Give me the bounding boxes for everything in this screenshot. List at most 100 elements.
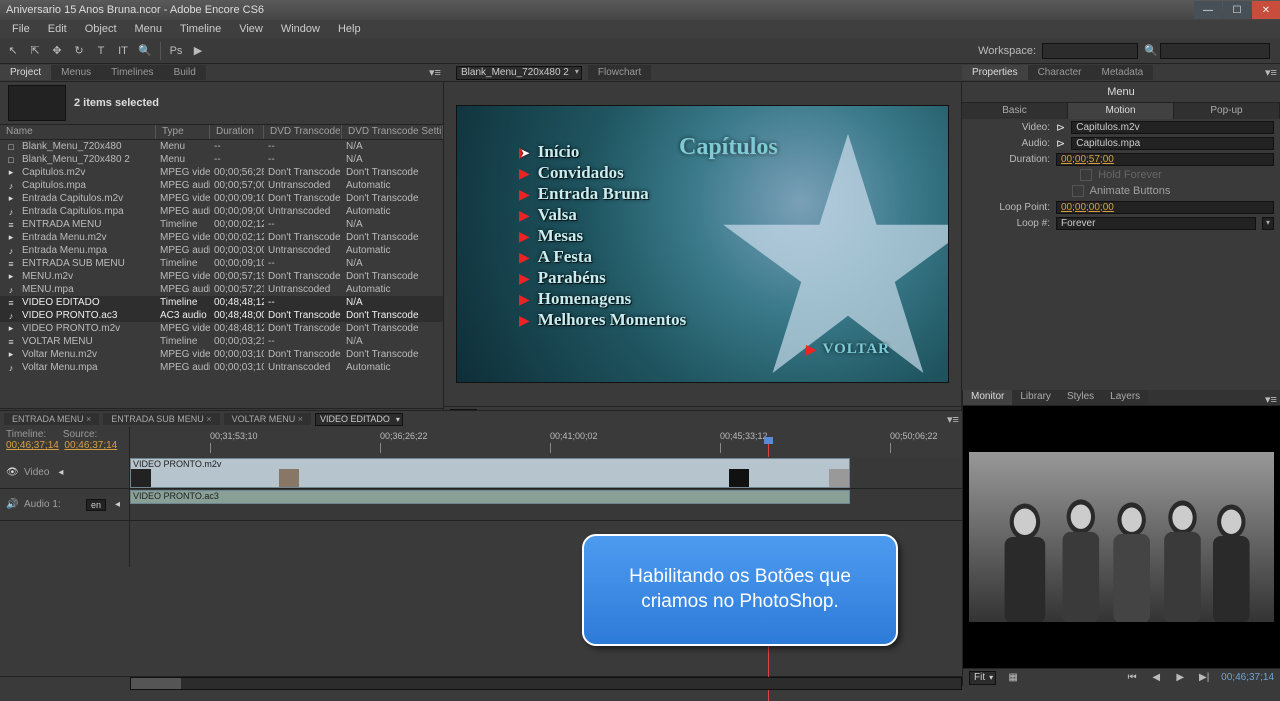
tool-direct[interactable]: ⇱ [26, 42, 44, 60]
minimize-button[interactable]: — [1194, 1, 1222, 19]
project-row[interactable]: ♪ Entrada Menu.mpa MPEG audio 00;00;03;0… [0, 244, 443, 257]
tl-tab-2[interactable]: VOLTAR MENU [224, 413, 311, 425]
monitor-step-back[interactable]: ⏮ [1125, 671, 1139, 685]
tab-flowchart[interactable]: Flowchart [588, 65, 651, 80]
menu-menu[interactable]: Menu [127, 22, 171, 36]
tab-menus[interactable]: Menus [51, 65, 101, 80]
project-row[interactable]: ▸ Voltar Menu.m2v MPEG video 00;00;03;10… [0, 348, 443, 361]
eye-icon[interactable]: 👁 [6, 467, 18, 479]
project-row[interactable]: ≡ VIDEO EDITADO Timeline 00;48;48;12 -- … [0, 296, 443, 309]
tl-select[interactable]: VIDEO EDITADO [315, 413, 403, 426]
loop-num-dropdown[interactable]: ▾ [1262, 217, 1274, 230]
tool-vtext[interactable]: IT [114, 42, 132, 60]
subtab-popup[interactable]: Pop-up [1174, 103, 1280, 119]
audio-lane[interactable]: VIDEO PRONTO.ac3 [130, 489, 962, 521]
col-duration[interactable]: Duration [210, 125, 264, 139]
menu-chapter-item[interactable]: ▶Parabéns [519, 268, 686, 288]
project-row[interactable]: ▸ Entrada Capitulos.m2v MPEG video 00;00… [0, 192, 443, 205]
menu-chapter-item[interactable]: ▶Início [519, 142, 686, 162]
timeline-hscroll[interactable] [130, 677, 962, 690]
tool-edit-ps[interactable]: Ps [167, 42, 185, 60]
tool-preview[interactable]: ▶ [189, 42, 207, 60]
tl-tab-0[interactable]: ENTRADA MENU [4, 413, 99, 425]
video-clip[interactable]: VIDEO PRONTO.m2v [130, 458, 850, 488]
project-row[interactable]: ≡ ENTRADA SUB MENU Timeline 00;00;09;10 … [0, 257, 443, 270]
video-lane[interactable]: VIDEO PRONTO.m2v [130, 457, 962, 489]
loop-point-value[interactable]: 00;00;00;00 [1056, 201, 1274, 214]
project-row[interactable]: ♪ Entrada Capitulos.mpa MPEG audio 00;00… [0, 205, 443, 218]
menu-chapter-item[interactable]: ▶Entrada Bruna [519, 184, 686, 204]
maximize-button[interactable]: ☐ [1223, 1, 1251, 19]
props-panel-menu-icon[interactable]: ▾≡ [1262, 64, 1280, 82]
prop-duration-value[interactable]: 00;00;57;00 [1056, 153, 1274, 166]
col-name[interactable]: Name [0, 125, 156, 139]
audio-track-header[interactable]: 🔊 Audio 1: en ◂ [0, 489, 129, 521]
tool-rotate[interactable]: ↻ [70, 42, 88, 60]
speaker-icon[interactable]: 🔊 [6, 499, 18, 511]
monitor-play[interactable]: ▶ [1173, 671, 1187, 685]
tab-metadata[interactable]: Metadata [1091, 65, 1153, 80]
timeline-ruler[interactable]: 00;31;53;1000;36;26;2200;41;00;0200;45;3… [130, 427, 962, 455]
project-row[interactable]: ▸ Entrada Menu.m2v MPEG video 00;00;02;1… [0, 231, 443, 244]
panel-menu-icon[interactable]: ▾≡ [426, 64, 444, 82]
tab-character[interactable]: Character [1028, 65, 1092, 80]
project-row[interactable]: ♪ Capitulos.mpa MPEG audio 00;00;57;00 U… [0, 179, 443, 192]
menu-canvas[interactable]: Capítulos ▶Início▶Convidados▶Entrada Bru… [456, 105, 949, 383]
tl-tc1[interactable]: 00;46;37;14 [6, 440, 59, 451]
col-dts[interactable]: DVD Transcode Sta... [264, 125, 342, 139]
menu-help[interactable]: Help [330, 22, 369, 36]
tl-panel-menu-icon[interactable]: ▾≡ [944, 410, 962, 428]
workspace-select[interactable] [1042, 43, 1138, 59]
hold-forever-check[interactable] [1080, 169, 1092, 181]
loop-num-value[interactable]: Forever [1056, 217, 1256, 230]
search-input[interactable] [1160, 43, 1270, 59]
project-row[interactable]: ▸ MENU.m2v MPEG video 00;00;57;19 Don't … [0, 270, 443, 283]
col-settings[interactable]: DVD Transcode Settings [342, 125, 443, 139]
prop-video-value[interactable]: Capitulos.m2v [1071, 121, 1274, 134]
monitor-next[interactable]: ▶| [1197, 671, 1211, 685]
mtab-library[interactable]: Library [1012, 390, 1059, 405]
tab-build[interactable]: Build [164, 65, 206, 80]
subtab-basic[interactable]: Basic [962, 103, 1068, 119]
col-type[interactable]: Type [156, 125, 210, 139]
project-row[interactable]: ♪ Voltar Menu.mpa MPEG audio 00;00;03;10… [0, 361, 443, 374]
project-row[interactable]: ▸ Capitulos.m2v MPEG video 00;00;56;28 D… [0, 166, 443, 179]
project-row[interactable]: ♪ VIDEO PRONTO.ac3 AC3 audio 00;48;48;00… [0, 309, 443, 322]
tool-zoom[interactable]: 🔍 [136, 42, 154, 60]
menu-timeline[interactable]: Timeline [172, 22, 229, 36]
monitor-fit-select[interactable]: Fit [969, 671, 996, 685]
menu-chapter-item[interactable]: ▶A Festa [519, 247, 686, 267]
prop-audio-value[interactable]: Capitulos.mpa [1071, 137, 1274, 150]
project-row[interactable]: □ Blank_Menu_720x480 2 Menu -- -- N/A [0, 153, 443, 166]
menu-chapter-item[interactable]: ▶Valsa [519, 205, 686, 225]
menu-chapter-item[interactable]: ▶Melhores Momentos [519, 310, 686, 330]
tool-text[interactable]: T [92, 42, 110, 60]
project-row[interactable]: □ Blank_Menu_720x480 Menu -- -- N/A [0, 140, 443, 153]
tool-selection[interactable]: ↖ [4, 42, 22, 60]
mtab-styles[interactable]: Styles [1059, 390, 1102, 405]
animate-check[interactable] [1072, 185, 1084, 197]
tab-timelines[interactable]: Timelines [101, 65, 163, 80]
tl-tc2[interactable]: 00;46;37;14 [64, 440, 117, 451]
project-row[interactable]: ≡ VOLTAR MENU Timeline 00;00;03;21 -- N/… [0, 335, 443, 348]
monitor-safe-icon[interactable]: ▦ [1006, 671, 1020, 685]
audio-clip[interactable]: VIDEO PRONTO.ac3 [130, 490, 850, 504]
menu-object[interactable]: Object [77, 22, 125, 36]
monitor-prev[interactable]: ◀ [1149, 671, 1163, 685]
project-row[interactable]: ♪ MENU.mpa MPEG audio 00;00;57;21 Untran… [0, 283, 443, 296]
tab-project[interactable]: Project [0, 65, 51, 80]
menu-chapter-item[interactable]: ▶Convidados [519, 163, 686, 183]
tool-move[interactable]: ✥ [48, 42, 66, 60]
subtab-motion[interactable]: Motion [1068, 103, 1174, 119]
video-track-header[interactable]: 👁 Video ◂ [0, 457, 129, 489]
mtab-layers[interactable]: Layers [1102, 390, 1148, 405]
track-collapse[interactable]: ◂ [55, 467, 66, 478]
project-row[interactable]: ≡ ENTRADA MENU Timeline 00;00;02;12 -- N… [0, 218, 443, 231]
project-row[interactable]: ▸ VIDEO PRONTO.m2v MPEG video 00;48;48;1… [0, 322, 443, 335]
menu-chapter-item[interactable]: ▶Homenagens [519, 289, 686, 309]
menu-edit[interactable]: Edit [40, 22, 75, 36]
tl-tab-1[interactable]: ENTRADA SUB MENU [103, 413, 219, 425]
monitor-timecode[interactable]: 00;46;37;14 [1221, 672, 1274, 683]
mtab-monitor[interactable]: Monitor [963, 390, 1012, 405]
tab-properties[interactable]: Properties [962, 65, 1028, 80]
